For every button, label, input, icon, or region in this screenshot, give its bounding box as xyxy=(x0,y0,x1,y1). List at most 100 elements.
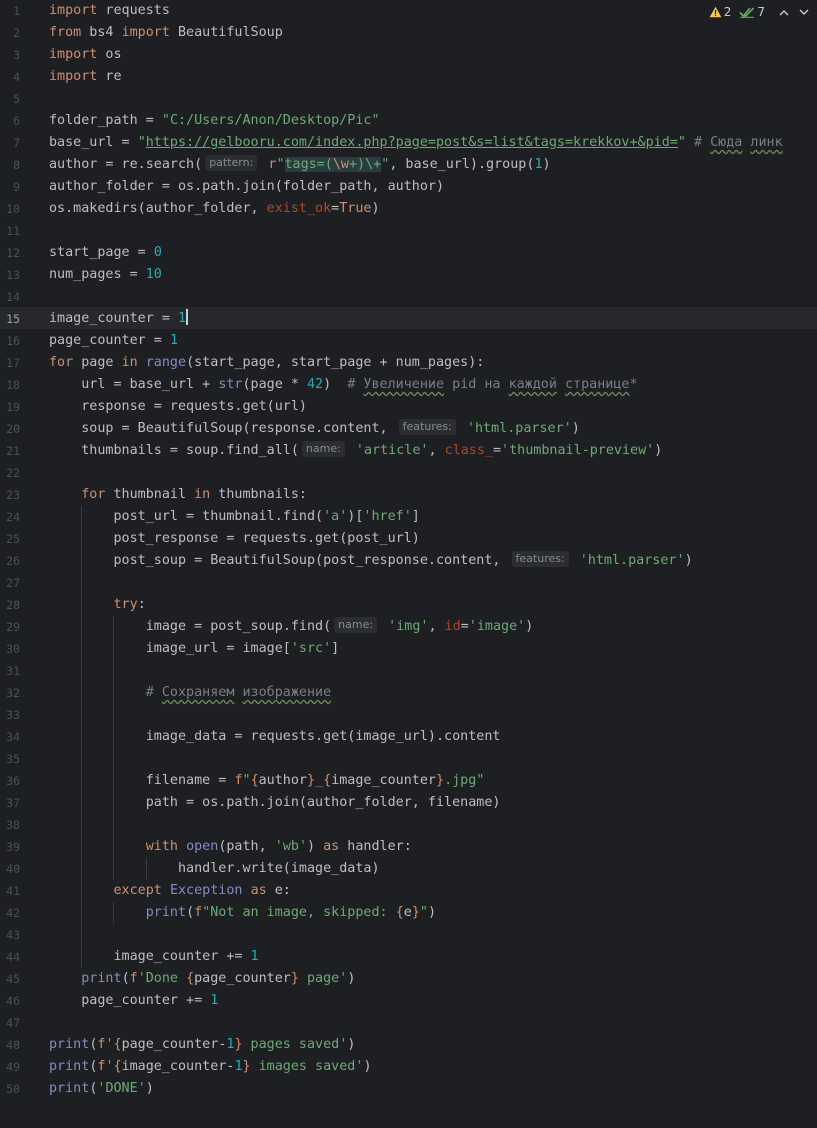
code-line[interactable]: author = re.search(pattern: r"tags=(\w+)… xyxy=(49,154,551,176)
line-number[interactable]: 26 xyxy=(0,550,20,572)
line-number[interactable]: 14 xyxy=(0,286,20,308)
code-line[interactable]: from bs4 import BeautifulSoup xyxy=(49,22,283,44)
code-line[interactable]: path = os.path.join(author_folder, filen… xyxy=(49,792,501,814)
line-number[interactable]: 13 xyxy=(0,264,20,286)
code-line[interactable]: print(f'{image_counter-1} images saved') xyxy=(49,1056,372,1078)
line-number[interactable]: 38 xyxy=(0,814,20,836)
checks-indicator[interactable]: 7 xyxy=(739,5,765,19)
code-line[interactable]: print(f'Done {page_counter} page') xyxy=(49,968,355,990)
line-number[interactable]: 50 xyxy=(0,1078,20,1100)
line-number[interactable]: 17 xyxy=(0,352,20,374)
code-line[interactable]: for thumbnail in thumbnails: xyxy=(49,484,307,506)
code-line[interactable]: import requests xyxy=(49,0,170,22)
code-line[interactable]: author_folder = os.path.join(folder_path… xyxy=(49,176,444,198)
code-line[interactable]: image_url = image['src'] xyxy=(49,638,340,660)
line-number[interactable]: 31 xyxy=(0,660,20,682)
line-number[interactable]: 5 xyxy=(0,88,20,110)
line-number[interactable]: 29 xyxy=(0,616,20,638)
code-line[interactable]: url = base_url + str(page * 42) # Увелич… xyxy=(49,374,637,396)
code-line[interactable]: post_response = requests.get(post_url) xyxy=(49,528,419,550)
code-line[interactable]: folder_path = "C:/Users/Anon/Desktop/Pic… xyxy=(49,110,380,132)
line-number[interactable]: 44 xyxy=(0,946,20,968)
line-number[interactable]: 9 xyxy=(0,176,20,198)
line-number[interactable]: 11 xyxy=(0,220,20,242)
line-number[interactable]: 32 xyxy=(0,682,20,704)
code-line[interactable]: image_counter = 1 xyxy=(49,308,189,330)
line-number[interactable]: 10 xyxy=(0,198,20,220)
line-number[interactable]: 43 xyxy=(0,924,20,946)
line-number[interactable]: 45 xyxy=(0,968,20,990)
code-line[interactable]: # Сохраняем изображение xyxy=(49,682,331,704)
code-line[interactable]: print(f"Not an image, skipped: {e}") xyxy=(49,902,436,924)
param-hint: name: xyxy=(334,617,378,633)
line-number[interactable]: 24 xyxy=(0,506,20,528)
line-number[interactable]: 30 xyxy=(0,638,20,660)
line-number[interactable]: 23 xyxy=(0,484,20,506)
code-line[interactable]: import re xyxy=(49,66,122,88)
warnings-indicator[interactable]: 2 xyxy=(709,5,731,19)
code-line[interactable]: thumbnails = soup.find_all(name: 'articl… xyxy=(49,440,662,462)
line-number[interactable]: 2 xyxy=(0,22,20,44)
code-line[interactable]: image_data = requests.get(image_url).con… xyxy=(49,726,501,748)
line-number[interactable]: 27 xyxy=(0,572,20,594)
code-line[interactable]: page_counter += 1 xyxy=(49,990,218,1012)
line-number[interactable]: 42 xyxy=(0,902,20,924)
chevron-up-icon[interactable] xyxy=(779,9,789,16)
line-number[interactable]: 6 xyxy=(0,110,20,132)
code-line[interactable]: with open(path, 'wb') as handler: xyxy=(49,836,412,858)
text-caret xyxy=(186,309,189,325)
param-hint: name: xyxy=(301,441,345,457)
inspection-widget[interactable]: 2 7 xyxy=(709,2,809,22)
line-number[interactable]: 39 xyxy=(0,836,20,858)
line-number[interactable]: 41 xyxy=(0,880,20,902)
code-line[interactable]: try: xyxy=(49,594,146,616)
line-number[interactable]: 12 xyxy=(0,242,20,264)
code-line[interactable]: soup = BeautifulSoup(response.content, f… xyxy=(49,418,580,440)
chevron-down-icon[interactable] xyxy=(799,9,809,16)
line-number[interactable]: 47 xyxy=(0,1012,20,1034)
code-editor[interactable]: 1 2 3 4 5 6 7 8 9 10 11 12 13 14 15 16 17 18 19 20 21 22 23 24 2… xyxy=(0,0,817,1128)
code-line[interactable]: response = requests.get(url) xyxy=(49,396,307,418)
line-number[interactable]: 18 xyxy=(0,374,20,396)
code-line[interactable]: print('DONE') xyxy=(49,1078,154,1100)
line-number[interactable]: 7 xyxy=(0,132,20,154)
line-number[interactable]: 49 xyxy=(0,1056,20,1078)
line-number[interactable]: 46 xyxy=(0,990,20,1012)
line-number[interactable]: 21 xyxy=(0,440,20,462)
code-line[interactable]: base_url = "https://gelbooru.com/index.p… xyxy=(49,132,783,154)
line-number[interactable]: 36 xyxy=(0,770,20,792)
code-line[interactable]: post_soup = BeautifulSoup(post_response.… xyxy=(49,550,693,572)
code-line[interactable]: post_url = thumbnail.find('a')['href'] xyxy=(49,506,419,528)
line-number[interactable]: 40 xyxy=(0,858,20,880)
line-number[interactable]: 48 xyxy=(0,1034,20,1056)
line-number[interactable]: 4 xyxy=(0,66,20,88)
code-line[interactable]: print(f'{page_counter-1} pages saved') xyxy=(49,1034,355,1056)
code-line[interactable]: image = post_soup.find(name: 'img', id='… xyxy=(49,616,533,638)
param-hint: features: xyxy=(398,419,456,435)
line-number[interactable]: 25 xyxy=(0,528,20,550)
line-number[interactable]: 20 xyxy=(0,418,20,440)
line-number[interactable]: 22 xyxy=(0,462,20,484)
line-number[interactable]: 8 xyxy=(0,154,20,176)
code-line[interactable]: num_pages = 10 xyxy=(49,264,162,286)
code-line[interactable]: import os xyxy=(49,44,122,66)
line-number[interactable]: 28 xyxy=(0,594,20,616)
code-line[interactable]: except Exception as e: xyxy=(49,880,291,902)
indent-guide xyxy=(81,506,83,968)
code-line[interactable]: os.makedirs(author_folder, exist_ok=True… xyxy=(49,198,380,220)
line-number[interactable]: 15 xyxy=(0,308,20,330)
line-number[interactable]: 1 xyxy=(0,0,20,22)
line-number[interactable]: 37 xyxy=(0,792,20,814)
code-line[interactable]: page_counter = 1 xyxy=(49,330,178,352)
code-line[interactable]: for page in range(start_page, start_page… xyxy=(49,352,484,374)
line-number[interactable]: 35 xyxy=(0,748,20,770)
checks-count: 7 xyxy=(757,5,765,19)
line-number[interactable]: 3 xyxy=(0,44,20,66)
code-line[interactable]: handler.write(image_data) xyxy=(49,858,380,880)
line-number[interactable]: 34 xyxy=(0,726,20,748)
code-line[interactable]: start_page = 0 xyxy=(49,242,162,264)
line-number-gutter[interactable]: 1 2 3 4 5 6 7 8 9 10 11 12 13 14 15 16 17 18 19 20 21 22 23 24 2… xyxy=(0,0,32,1128)
line-number[interactable]: 33 xyxy=(0,704,20,726)
line-number[interactable]: 19 xyxy=(0,396,20,418)
line-number[interactable]: 16 xyxy=(0,330,20,352)
